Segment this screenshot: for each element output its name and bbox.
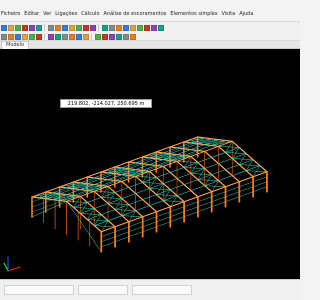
calc-icon[interactable] — [62, 33, 68, 40]
status-field-3 — [132, 285, 192, 295]
status-field-1 — [4, 285, 74, 295]
menu-ficheiro[interactable]: Ficheiro — [1, 10, 20, 19]
column-icon[interactable] — [83, 24, 89, 31]
open-file-icon[interactable] — [8, 24, 14, 31]
menu-analise-escoramentos[interactable]: Análise de escoramentos — [104, 10, 167, 19]
node-icon[interactable] — [90, 24, 96, 31]
load-icon[interactable] — [102, 24, 108, 31]
undo-icon[interactable] — [109, 33, 115, 40]
menu-editar[interactable]: Editar — [24, 10, 39, 19]
print-icon[interactable] — [102, 33, 108, 40]
undo-icon[interactable] — [151, 24, 157, 31]
calc-icon[interactable] — [109, 24, 115, 31]
select-icon[interactable] — [69, 24, 75, 31]
select-icon[interactable] — [22, 33, 28, 40]
3d-viewport[interactable]: 219.802, -214.027, 250.695 m — [0, 49, 300, 279]
rotate-icon[interactable] — [55, 24, 61, 31]
zoom-icon[interactable] — [48, 24, 54, 31]
axis-y[interactable] — [3, 262, 9, 272]
toolbar-separator — [44, 33, 45, 40]
menu-ver[interactable]: Ver — [43, 10, 51, 19]
rotate-icon[interactable] — [130, 33, 136, 40]
beam-icon[interactable] — [76, 24, 82, 31]
redo-icon[interactable] — [36, 24, 42, 31]
save-icon[interactable] — [15, 24, 21, 31]
coordinate-readout: 219.802, -214.027, 250.695 m — [60, 99, 152, 108]
menu-ajuda[interactable]: Ajuda — [239, 10, 253, 19]
rotate-icon[interactable] — [8, 33, 14, 40]
new-file-icon[interactable] — [1, 24, 7, 31]
redo-icon[interactable] — [158, 24, 164, 31]
pan-icon[interactable] — [15, 33, 21, 40]
column-icon[interactable] — [36, 33, 42, 40]
status-field-2 — [78, 285, 128, 295]
toolbar-separator — [91, 33, 92, 40]
beam-icon[interactable] — [29, 33, 35, 40]
axis-x[interactable] — [7, 266, 21, 272]
pan-icon[interactable] — [62, 24, 68, 31]
load-icon[interactable] — [55, 33, 61, 40]
toolbar-row-2 — [0, 32, 300, 41]
document-tab[interactable]: Modelo — [1, 41, 30, 49]
menu-visita[interactable]: Visita — [221, 10, 235, 19]
open-file-icon[interactable] — [130, 24, 136, 31]
toolbar-row-1 — [0, 23, 300, 32]
menu-elementos-simples[interactable]: Elementos simples — [170, 10, 217, 19]
open-file-icon[interactable] — [83, 33, 89, 40]
menu-calculo[interactable]: Cálculo — [81, 10, 99, 19]
view-3d-icon[interactable] — [116, 24, 122, 31]
node-icon[interactable] — [48, 33, 54, 40]
new-file-icon[interactable] — [123, 24, 129, 31]
toolbar — [0, 21, 300, 41]
toolbar-separator — [98, 24, 99, 31]
menu-ligacoes[interactable]: Ligações — [55, 10, 77, 19]
print-icon[interactable] — [144, 24, 150, 31]
save-icon[interactable] — [95, 33, 101, 40]
gable-brace[interactable] — [31, 201, 67, 218]
toolbar-separator — [44, 24, 45, 31]
view-3d-icon[interactable] — [69, 33, 75, 40]
status-bar — [0, 279, 300, 300]
redo-icon[interactable] — [116, 33, 122, 40]
menu-bar: Ficheiro Editar Ver Ligações Cálculo Análise … — [0, 10, 300, 19]
structure-3d-model[interactable] — [0, 49, 300, 279]
new-file-icon[interactable] — [76, 33, 82, 40]
save-icon[interactable] — [137, 24, 143, 31]
document-tab-bar: Modelo — [0, 41, 300, 49]
undo-icon[interactable] — [29, 24, 35, 31]
zoom-icon[interactable] — [123, 33, 129, 40]
print-icon[interactable] — [22, 24, 28, 31]
eave-beam[interactable] — [31, 136, 199, 198]
zoom-icon[interactable] — [1, 33, 7, 40]
app-window: Ficheiro Editar Ver Ligações Cálculo Análise … — [0, 0, 300, 300]
